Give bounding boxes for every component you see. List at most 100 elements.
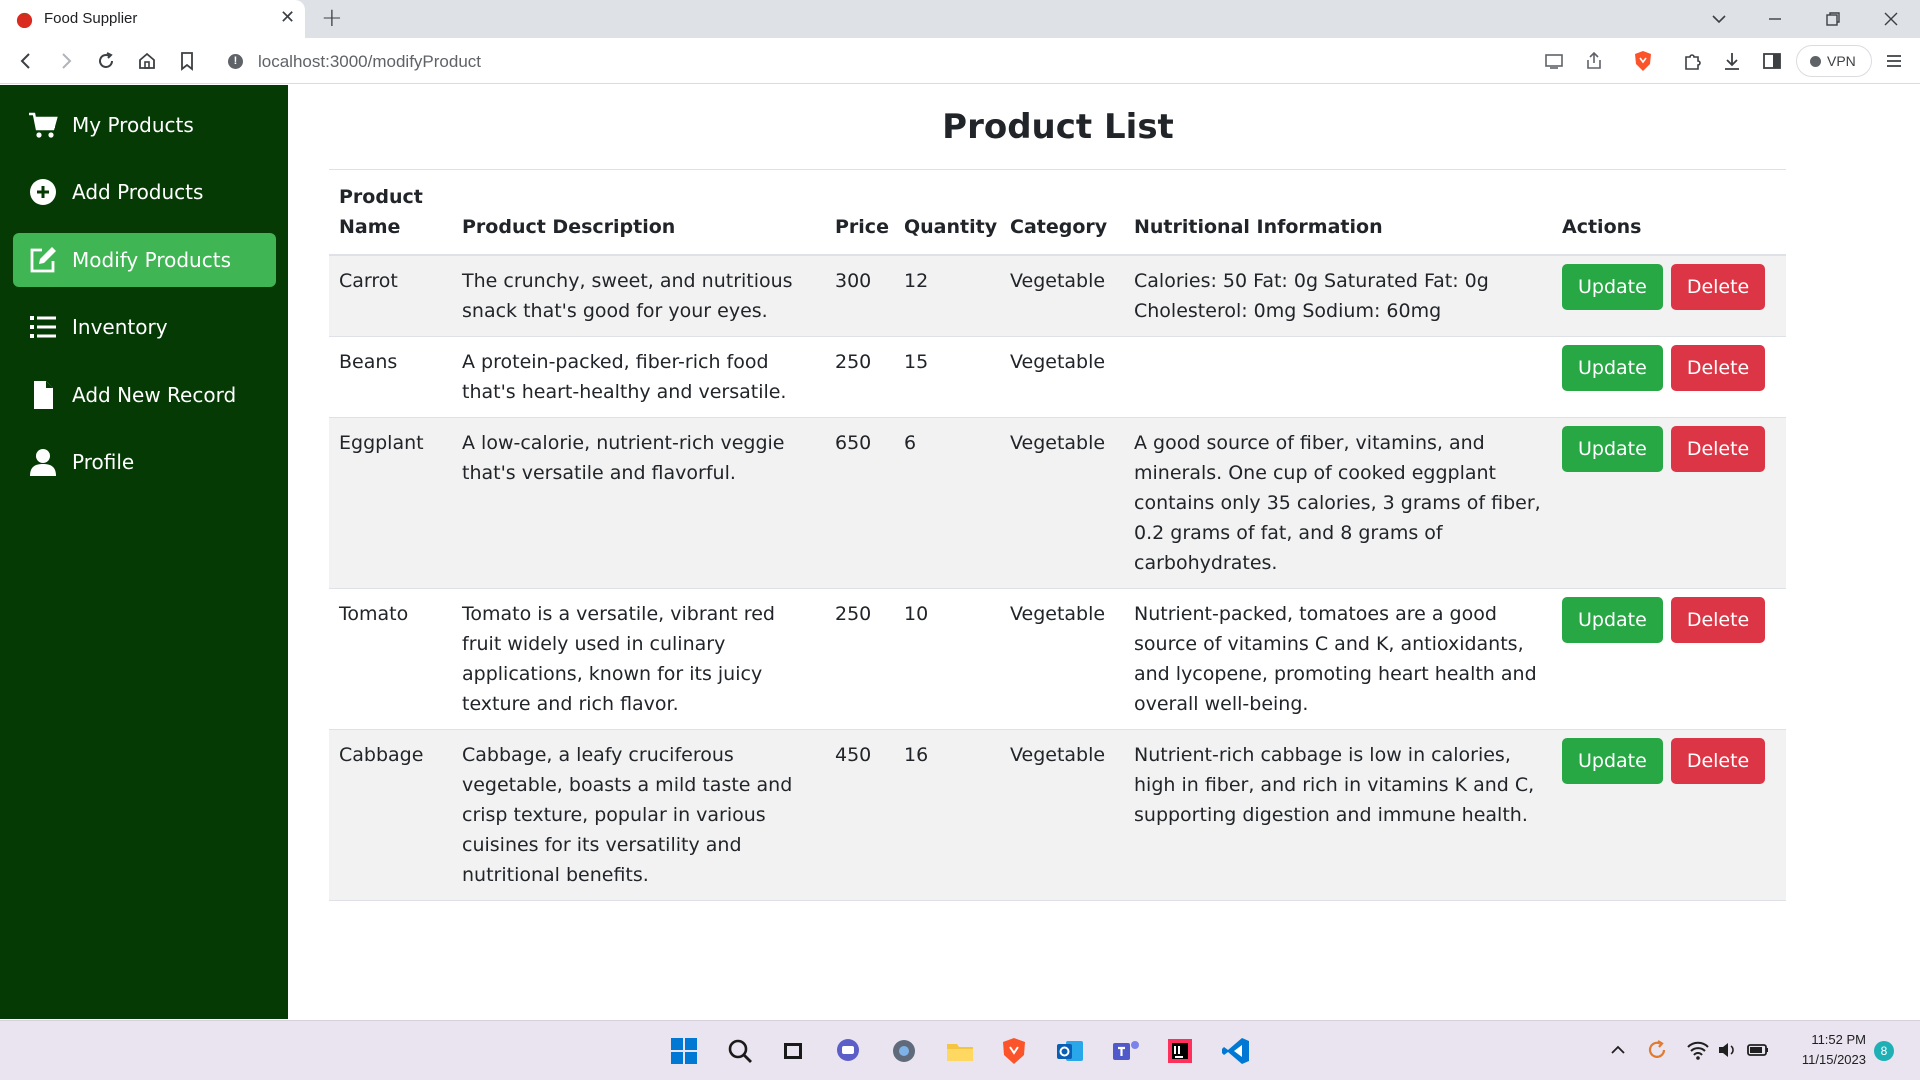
restore-icon[interactable] [1824, 10, 1842, 28]
new-tab-icon[interactable]: + [321, 3, 343, 33]
bookmark-icon[interactable] [175, 49, 199, 73]
wifi-icon[interactable] [1686, 1039, 1710, 1061]
column-header: Product Description [462, 216, 676, 238]
windows-taskbar: 11:52 PM 11/15/2023 8 [0, 1020, 1920, 1080]
address-bar[interactable]: ! localhost:3000/modifyProduct [214, 44, 1644, 78]
delete-button[interactable]: Delete [1670, 738, 1766, 784]
update-button[interactable]: Update [1562, 597, 1663, 643]
nutrition-cell: Calories: 50 Fat: 0g Saturated Fat: 0g C… [1124, 255, 1552, 337]
delete-button[interactable]: Delete [1670, 264, 1766, 310]
nutrition-cell: Nutrient-rich cabbage is low in calories… [1124, 729, 1552, 901]
product-name-cell: Eggplant [329, 417, 452, 589]
nutrition-cell: A good source of fiber, vitamins, and mi… [1124, 417, 1552, 589]
notification-badge[interactable]: 8 [1874, 1041, 1894, 1061]
actions-cell: Update Delete [1552, 417, 1786, 589]
vpn-label: VPN [1827, 53, 1856, 69]
column-header: Quantity [904, 216, 998, 238]
tab-title: Food Supplier [44, 10, 138, 27]
reload-icon[interactable] [94, 49, 118, 73]
cast-icon[interactable] [1542, 49, 1566, 73]
table-header-row: Product Name Product Description Price Q… [329, 169, 1786, 255]
brave-browser-icon[interactable] [998, 1035, 1030, 1067]
forward-icon[interactable] [54, 49, 78, 73]
main-content: Product List Product Name Product Descri… [288, 85, 1920, 1019]
sync-icon[interactable] [1644, 1037, 1670, 1063]
browser-tab[interactable]: Food Supplier ✕ [0, 0, 305, 38]
sidebar-toggle-icon[interactable] [1760, 49, 1784, 73]
edit-icon [28, 245, 58, 275]
tomato-favicon-icon [16, 12, 33, 29]
list-icon [28, 312, 58, 342]
chevron-up-icon[interactable] [1608, 1040, 1628, 1060]
table-row: Carrot The crunchy, sweet, and nutritious… [329, 255, 1786, 337]
quantity-cell: 12 [894, 255, 1000, 337]
intellij-icon[interactable] [1164, 1035, 1196, 1067]
teams-icon[interactable] [1110, 1035, 1142, 1067]
tab-close-icon[interactable]: ✕ [280, 7, 295, 28]
home-icon[interactable] [135, 49, 159, 73]
vscode-icon[interactable] [1220, 1035, 1252, 1067]
vpn-button[interactable]: VPN [1796, 45, 1872, 77]
update-button[interactable]: Update [1562, 426, 1663, 472]
sidebar-item-label: My Products [72, 113, 194, 137]
tab-search-chevron-icon[interactable] [1710, 10, 1728, 28]
battery-icon[interactable] [1746, 1040, 1770, 1060]
cart-icon [28, 110, 58, 140]
table-row: Tomato Tomato is a versatile, vibrant red… [329, 588, 1786, 730]
sidebar-item-profile[interactable]: Profile [13, 435, 276, 489]
product-description-cell: Tomato is a versatile, vibrant red fruit… [452, 588, 825, 730]
delete-button[interactable]: Delete [1670, 345, 1766, 391]
price-cell: 300 [825, 255, 894, 337]
column-header: Nutritional Information [1134, 216, 1383, 238]
browser-tab-strip: Food Supplier ✕ + [0, 0, 1920, 38]
plus-circle-icon [28, 177, 58, 207]
search-icon[interactable] [724, 1035, 756, 1067]
sidebar: My Products Add Products Modify Products In… [0, 85, 288, 1019]
sidebar-item-inventory[interactable]: Inventory [13, 300, 276, 354]
extensions-icon[interactable] [1680, 49, 1704, 73]
chat-icon[interactable] [832, 1035, 864, 1067]
sidebar-item-add-new-record[interactable]: Add New Record [13, 368, 276, 422]
menu-icon[interactable] [1882, 49, 1906, 73]
update-button[interactable]: Update [1562, 345, 1663, 391]
column-header: Price [835, 216, 889, 238]
table-row: Beans A protein-packed, fiber-rich food t… [329, 336, 1786, 418]
column-header: Product Name [339, 186, 423, 238]
sidebar-item-modify-products[interactable]: Modify Products [13, 233, 276, 287]
outlook-icon[interactable] [1054, 1035, 1086, 1067]
download-icon[interactable] [1720, 49, 1744, 73]
category-cell: Vegetable [1000, 588, 1124, 730]
share-icon[interactable] [1582, 49, 1606, 73]
user-icon [28, 447, 58, 477]
settings-gear-icon[interactable] [888, 1035, 920, 1067]
close-window-icon[interactable] [1882, 10, 1900, 28]
update-button[interactable]: Update [1562, 738, 1663, 784]
sidebar-item-my-products[interactable]: My Products [13, 98, 276, 152]
clock-time[interactable]: 11:52 PM [1780, 1032, 1866, 1047]
price-cell: 250 [825, 336, 894, 418]
url-text[interactable]: localhost:3000/modifyProduct [258, 52, 481, 72]
column-header: Actions [1562, 216, 1642, 238]
minimize-icon[interactable] [1766, 10, 1784, 28]
windows-start-icon[interactable] [668, 1035, 700, 1067]
volume-icon[interactable] [1716, 1039, 1738, 1061]
file-explorer-icon[interactable] [944, 1035, 976, 1067]
sidebar-item-label: Profile [72, 450, 135, 474]
back-icon[interactable] [14, 49, 38, 73]
product-table: Product Name Product Description Price Q… [329, 169, 1786, 901]
clock-date[interactable]: 11/15/2023 [1780, 1052, 1866, 1067]
quantity-cell: 16 [894, 729, 1000, 901]
task-view-icon[interactable] [778, 1035, 810, 1067]
sidebar-item-add-products[interactable]: Add Products [13, 165, 276, 219]
nutrition-cell [1124, 336, 1552, 418]
price-cell: 250 [825, 588, 894, 730]
delete-button[interactable]: Delete [1670, 426, 1766, 472]
update-button[interactable]: Update [1562, 264, 1663, 310]
actions-cell: Update Delete [1552, 729, 1786, 901]
delete-button[interactable]: Delete [1670, 597, 1766, 643]
actions-cell: Update Delete [1552, 588, 1786, 730]
brave-shield-icon[interactable] [1631, 49, 1655, 73]
site-info-icon[interactable]: ! [228, 54, 243, 69]
product-description-cell: A low-calorie, nutrient-rich veggie that… [452, 417, 825, 589]
table-row: Cabbage Cabbage, a leafy cruciferous vege… [329, 729, 1786, 901]
